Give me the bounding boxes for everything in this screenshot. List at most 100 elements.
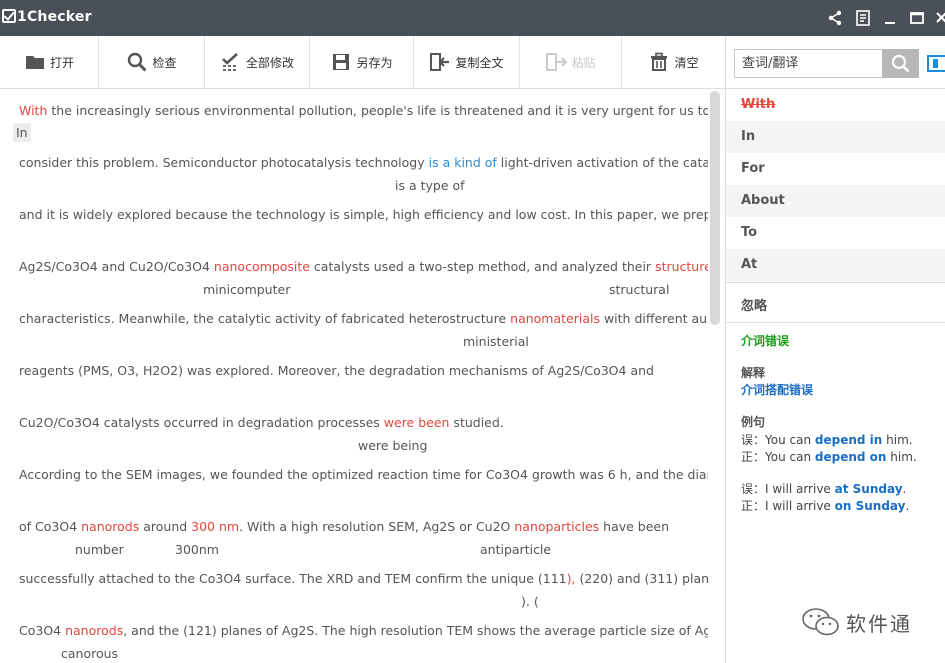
suggestion-text[interactable]: ). ( xyxy=(521,594,539,609)
suggestion-text[interactable]: canorous xyxy=(61,646,118,661)
text-span: Co3O4 xyxy=(19,623,66,638)
scrollbar-thumb[interactable] xyxy=(710,91,720,325)
text-line: reagents (PMS, O3, H2O2) was explored. M… xyxy=(19,363,654,378)
close-icon[interactable] xyxy=(932,8,945,28)
suggestion-option[interactable]: About xyxy=(726,185,945,217)
text-span: Ag2S/Co3O4 and Cu2O/Co3O4 xyxy=(19,259,214,274)
suggestion-text[interactable]: minicomputer xyxy=(203,282,290,297)
example-right: 正：You can depend on him. xyxy=(741,448,917,465)
suggestion-text[interactable]: antiparticle xyxy=(480,542,551,557)
search-button[interactable] xyxy=(882,49,919,78)
paste-button[interactable]: 粘贴 xyxy=(520,36,622,88)
text-span: of Co3O4 xyxy=(19,519,82,534)
example-right: 正：I will arrive on Sunday. xyxy=(741,497,909,514)
text-span: around xyxy=(139,519,192,534)
ignore-button[interactable]: 忽略 xyxy=(741,295,767,314)
highlighted-phrase[interactable]: is a kind of xyxy=(429,155,497,170)
search-area xyxy=(725,36,945,89)
document-editor[interactable]: With the increasingly serious environmen… xyxy=(0,89,708,663)
text-line: With the increasingly serious environmen… xyxy=(19,103,708,118)
clear-label: 清空 xyxy=(674,55,699,70)
open-button[interactable]: 打开 xyxy=(0,36,99,88)
trash-icon xyxy=(648,51,670,73)
magnifier-icon xyxy=(126,51,148,73)
checkbox-logo-icon xyxy=(2,9,16,23)
text-line: Co3O4 nanorods, and the (121) planes of … xyxy=(19,623,708,638)
example-wrong: 误：I will arrive at Sunday. xyxy=(741,480,906,497)
error-word[interactable]: nanorods xyxy=(81,519,139,534)
text-span: with different auxiliary xyxy=(603,311,708,326)
text-line: Ag2S/Co3O4 and Cu2O/Co3O4 nanocomposite … xyxy=(19,259,708,274)
suggestion-text[interactable]: ministerial xyxy=(463,334,529,349)
text-span: light-driven activation of the catalyst, xyxy=(500,155,708,170)
fix-all-button[interactable]: 全部修改 xyxy=(205,36,310,88)
folder-icon xyxy=(24,51,46,73)
text-line: and it is widely explored because the te… xyxy=(19,207,708,222)
share-icon[interactable] xyxy=(825,8,845,28)
suggestion-text[interactable]: were being xyxy=(358,438,427,453)
divider xyxy=(726,282,945,283)
text-span: 正：You can xyxy=(741,450,815,464)
title-bar: 1Checker xyxy=(0,0,945,36)
example-phrase: at Sunday xyxy=(834,482,903,496)
example-phrase: depend in xyxy=(814,433,883,447)
text-span: . xyxy=(902,482,907,496)
suggestion-option[interactable]: To xyxy=(726,217,945,249)
check-button[interactable]: 检查 xyxy=(99,36,205,88)
error-category: 介词错误 xyxy=(741,334,790,348)
floppy-disk-icon xyxy=(330,51,352,73)
error-word[interactable]: nanorods xyxy=(65,623,123,638)
minimize-icon[interactable] xyxy=(880,8,900,28)
suggestion-text[interactable]: structural xyxy=(609,282,669,297)
suggestion-text[interactable]: 300nm xyxy=(175,542,219,557)
text-span: characteristics. Meanwhile, the catalyti… xyxy=(19,311,511,326)
explanation-value: 介词搭配错误 xyxy=(741,383,814,397)
text-span: the increasingly serious environmental p… xyxy=(47,103,708,118)
suggestion-option[interactable]: For xyxy=(726,153,945,185)
text-span: consider this problem. Semiconductor pho… xyxy=(19,155,429,170)
paste-arrow-icon xyxy=(545,51,569,73)
clear-button[interactable]: 清空 xyxy=(622,36,725,88)
text-span: . xyxy=(905,499,910,513)
error-word[interactable]: nanomaterials xyxy=(510,311,600,326)
example-wrong: 误：You can depend in him. xyxy=(741,431,913,448)
text-span: him. xyxy=(886,450,917,464)
text-span: . With a high resolution SEM, Ag2S or Cu… xyxy=(239,519,515,534)
error-word[interactable]: 300 nm xyxy=(191,519,239,534)
checklist-icon xyxy=(220,51,242,73)
text-span: Cu2O/Co3O4 catalysts occurred in degrada… xyxy=(19,415,384,430)
text-line: of Co3O4 nanorods around 300 nm. With a … xyxy=(19,519,669,534)
wechat-logo-icon xyxy=(802,608,839,636)
vertical-scrollbar[interactable] xyxy=(708,89,725,663)
suggestion-text[interactable]: is a type of xyxy=(395,178,465,193)
text-line: According to the SEM images, we founded … xyxy=(19,467,708,482)
suggestion-chip[interactable]: In xyxy=(13,123,31,142)
error-word[interactable]: were been xyxy=(384,415,450,430)
text-span: , and the (121) planes of Ag2S. The high… xyxy=(123,623,708,638)
error-word[interactable]: nanocomposite xyxy=(214,259,310,274)
text-span: him. xyxy=(882,433,913,447)
panel-toggle-icon[interactable] xyxy=(927,55,945,72)
text-span: (220) and (311) planes of xyxy=(579,571,708,586)
text-span: 正：I will arrive xyxy=(741,499,835,513)
search-input[interactable] xyxy=(734,49,882,78)
app-title: 1Checker xyxy=(17,9,92,25)
error-word[interactable]: With xyxy=(19,103,47,118)
suggestion-option[interactable]: At xyxy=(726,249,945,281)
notes-icon[interactable] xyxy=(853,8,873,28)
suggestion-panel: With In For About To At 忽略 介词错误 解释 介词搭配错… xyxy=(725,89,945,663)
copy-arrow-icon xyxy=(429,51,451,73)
suggestion-text[interactable]: number xyxy=(75,542,124,557)
maximize-icon[interactable] xyxy=(907,8,927,28)
text-line: Cu2O/Co3O4 catalysts occurred in degrada… xyxy=(19,415,504,430)
text-line: consider this problem. Semiconductor pho… xyxy=(19,155,708,170)
error-word[interactable]: nanoparticles xyxy=(514,519,599,534)
suggestion-option[interactable]: In xyxy=(726,121,945,153)
text-line: successfully attached to the Co3O4 surfa… xyxy=(19,571,708,586)
save-as-button[interactable]: 另存为 xyxy=(310,36,414,88)
open-label: 打开 xyxy=(49,55,74,70)
error-word[interactable]: structure xyxy=(655,259,708,274)
copy-all-button[interactable]: 复制全文 xyxy=(414,36,520,88)
example-phrase: on Sunday xyxy=(834,499,906,513)
suggestion-original[interactable]: With xyxy=(726,89,945,121)
